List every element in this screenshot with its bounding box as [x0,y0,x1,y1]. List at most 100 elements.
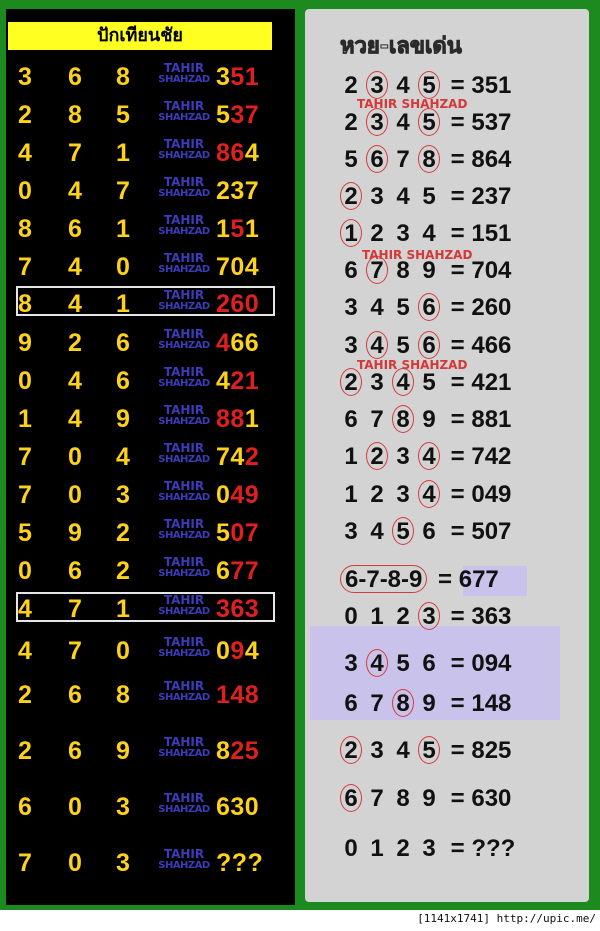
equals-sign: = [444,785,472,812]
result-segment: 0 [216,481,231,509]
equals-sign: = [444,146,472,173]
number: 0 [344,835,358,862]
left-digit: 0 [68,481,82,509]
tahir-line1: TAHIR [163,517,205,531]
equals-sign: = [444,650,472,677]
left-digit: 4 [68,290,82,318]
tahir-line1: TAHIR [163,847,205,861]
watermark-text: TAHIR SHAHZAD [357,97,468,111]
tahir-line1: TAHIR [163,327,205,341]
result-segment: 4 [244,139,260,167]
left-digit: 1 [18,405,32,433]
left-result: 049 [216,477,259,513]
circled-number: 4 [418,480,440,508]
left-result: 260 [216,286,259,322]
equals-sign: = [444,518,472,545]
formula-row: 2345 = 237 [340,179,511,215]
formula-result: 148 [471,690,512,717]
tahir-line2: SHAHZAD [158,378,210,389]
tahir-line2: SHAHZAD [158,648,210,659]
tahir-line1: TAHIR [163,175,205,189]
left-digit: 9 [116,737,130,765]
left-row: 9 2 6 TAHIR SHAHZAD 466 [0,325,295,361]
number: 5 [422,183,436,210]
result-segment: 4 [244,637,260,665]
tahir-shahzad-label: TAHIR SHAHZAD [154,214,214,238]
tahir-line2: SHAHZAD [158,226,210,237]
tahir-line2: SHAHZAD [158,416,210,427]
left-digit: 3 [116,481,130,509]
number: 2 [370,220,384,247]
left-result: 704 [216,249,259,285]
left-row: 5 9 2 TAHIR SHAHZAD 507 [0,515,295,551]
circled-number: 5 [418,736,440,764]
left-digit: 8 [116,63,130,91]
tahir-line2: SHAHZAD [158,606,210,617]
formula-result: 825 [471,737,512,764]
tahir-line2: SHAHZAD [158,188,210,199]
result-segment: 25 [230,737,260,765]
left-result: 148 [216,677,259,713]
left-title: ปักเทียนชัย [8,22,272,50]
number: 2 [396,603,410,630]
result-segment: 1 [244,215,260,243]
number: 5 [344,146,358,173]
left-row: 3 6 8 TAHIR SHAHZAD 351 [0,59,295,95]
circled-number: 8 [418,145,440,173]
result-segment: 704 [216,253,260,281]
formula-result: 630 [471,785,512,812]
equals-sign: = [444,481,472,508]
number: 2 [396,835,410,862]
result-segment: 4 [216,329,231,357]
tahir-shahzad-label: TAHIR SHAHZAD [154,736,214,760]
left-result: 742 [216,439,259,475]
left-digit: 8 [18,290,32,318]
formula-row: 6-7-8-9 = 677 [340,562,499,598]
number: 5 [396,650,410,677]
number: 4 [422,220,436,247]
circled-number: 4 [366,649,388,677]
result-segment: 260 [216,290,260,318]
left-row: 4 7 1 TAHIR SHAHZAD 363 [0,591,295,627]
formula-row: 3456 = 507 [340,514,511,550]
number: 7 [370,690,384,717]
left-digit: 0 [68,849,82,877]
tahir-line1: TAHIR [163,791,205,805]
left-row: 7 0 3 TAHIR SHAHZAD??? [0,845,295,881]
tahir-line1: TAHIR [163,137,205,151]
result-segment: 37 [230,101,260,129]
tahir-line1: TAHIR [163,441,205,455]
tahir-shahzad-label: TAHIR SHAHZAD [154,252,214,276]
formula-result: 864 [471,146,512,173]
number: 7 [370,406,384,433]
left-digit: 5 [116,101,130,129]
left-digit: 2 [116,557,130,585]
left-result: 421 [216,363,259,399]
circled-number: 3 [366,71,388,99]
tahir-shahzad-label: TAHIR SHAHZAD [154,680,214,704]
equals-sign: = [444,406,472,433]
left-digit: 3 [116,793,130,821]
left-digit: 4 [68,177,82,205]
result-segment: 9 [230,637,245,665]
left-digit: 6 [18,793,32,821]
number: 3 [370,737,384,764]
number: 3 [396,443,410,470]
number: 9 [422,406,436,433]
tahir-line2: SHAHZAD [158,112,210,123]
number: 9 [422,690,436,717]
tahir-shahzad-label: TAHIR SHAHZAD [154,442,214,466]
number: 1 [370,603,384,630]
result-segment: 88 [216,405,245,433]
equals-sign: = [444,294,472,321]
formula-row: 6789 = 148 [340,686,511,722]
left-digit: 0 [18,177,32,205]
watermark-text: TAHIR SHAHZAD [362,248,473,262]
tahir-line1: TAHIR [163,251,205,265]
equals-sign: = [444,835,472,862]
left-digit: 9 [68,519,82,547]
tahir-line2: SHAHZAD [158,301,210,312]
left-digit: 7 [18,253,32,281]
tahir-shahzad-label: TAHIR SHAHZAD [154,289,214,313]
tahir-line1: TAHIR [163,365,205,379]
